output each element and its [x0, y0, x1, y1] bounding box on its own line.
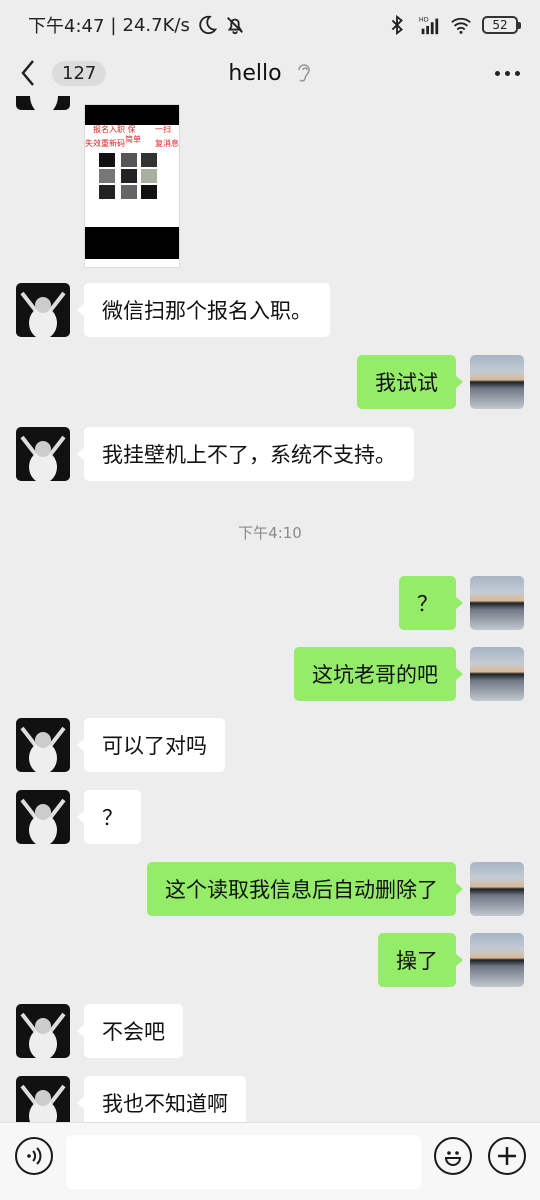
shared-image-message[interactable]: 报名入职 保 一扫 简单 失效重新码 复消息	[84, 104, 180, 268]
mute-icon	[226, 17, 243, 35]
unread-count-badge: 127	[52, 60, 107, 86]
message-list[interactable]: 报名入职 保 一扫 简单 失效重新码 复消息 微信扫那个报名入职。 我试试 我挂…	[0, 96, 540, 1122]
input-bar	[0, 1122, 540, 1200]
outgoing-message-bubble[interactable]: 我试试	[357, 355, 463, 409]
incoming-message-bubble[interactable]: ？	[77, 790, 141, 844]
more-button[interactable]	[495, 70, 520, 76]
self-avatar[interactable]	[470, 576, 524, 630]
incoming-message-bubble[interactable]: 我挂壁机上不了，系统不支持。	[77, 427, 414, 481]
image-text-4: 失效重新码	[85, 139, 125, 148]
image-text-1: 报名入职 保	[93, 125, 136, 134]
status-speed: 24.7K/s	[122, 14, 190, 36]
plus-button[interactable]	[488, 1137, 526, 1175]
voice-icon	[27, 1147, 42, 1165]
incoming-message-bubble[interactable]: 不会吧	[77, 1004, 183, 1058]
message-input[interactable]	[66, 1135, 421, 1189]
contact-avatar[interactable]	[16, 790, 70, 844]
self-avatar[interactable]	[470, 355, 524, 409]
chat-header: 127 hello	[0, 50, 540, 96]
status-bar: 下午4:47 | 24.7K/s HD 52	[0, 0, 540, 50]
contact-avatar[interactable]	[16, 1076, 70, 1122]
status-right: HD 52	[386, 14, 521, 36]
back-area[interactable]: 127	[20, 58, 107, 88]
chevron-left-icon	[21, 60, 34, 86]
self-avatar[interactable]	[470, 933, 524, 987]
wifi-icon	[451, 17, 471, 34]
self-avatar[interactable]	[470, 647, 524, 701]
chat-title: hello	[228, 60, 282, 86]
status-divider: |	[110, 14, 117, 36]
outgoing-message-bubble[interactable]: 这个读取我信息后自动删除了	[147, 862, 463, 916]
voice-button[interactable]	[15, 1137, 53, 1175]
status-left: 下午4:47 | 24.7K/s	[28, 12, 246, 38]
outgoing-message-bubble[interactable]: 这坑老哥的吧	[294, 647, 463, 701]
image-text-3: 简单	[125, 135, 141, 144]
image-text-2: 一扫	[155, 125, 171, 134]
battery-icon: 52	[482, 16, 521, 34]
message-timestamp: 下午4:10	[238, 524, 302, 542]
status-time: 下午4:47	[28, 16, 105, 37]
contact-avatar[interactable]	[16, 283, 70, 337]
emoji-icon	[444, 1151, 462, 1166]
moon-icon	[199, 15, 217, 35]
contact-avatar[interactable]	[16, 96, 70, 110]
contact-avatar[interactable]	[16, 427, 70, 481]
self-avatar[interactable]	[470, 862, 524, 916]
bluetooth-icon	[391, 14, 403, 36]
hd-signal-icon: HD	[419, 15, 439, 35]
contact-avatar[interactable]	[16, 718, 70, 772]
svg-text:HD: HD	[419, 15, 429, 23]
image-text-5: 复消息	[155, 139, 179, 148]
battery-level: 52	[492, 18, 508, 32]
plus-icon	[498, 1147, 516, 1165]
outgoing-message-bubble[interactable]: 操了	[378, 933, 463, 987]
emoji-button[interactable]	[434, 1137, 472, 1175]
incoming-message-bubble[interactable]: 微信扫那个报名入职。	[77, 283, 330, 337]
qr-code-mosaic	[99, 153, 169, 211]
back-button[interactable]	[20, 58, 42, 88]
more-icon	[495, 70, 500, 76]
incoming-message-bubble[interactable]: 可以了对吗	[77, 718, 225, 772]
contact-avatar[interactable]	[16, 1004, 70, 1058]
ear-icon	[297, 64, 310, 82]
outgoing-message-bubble[interactable]: ？	[399, 576, 463, 630]
incoming-message-bubble[interactable]: 我也不知道啊	[77, 1076, 246, 1122]
